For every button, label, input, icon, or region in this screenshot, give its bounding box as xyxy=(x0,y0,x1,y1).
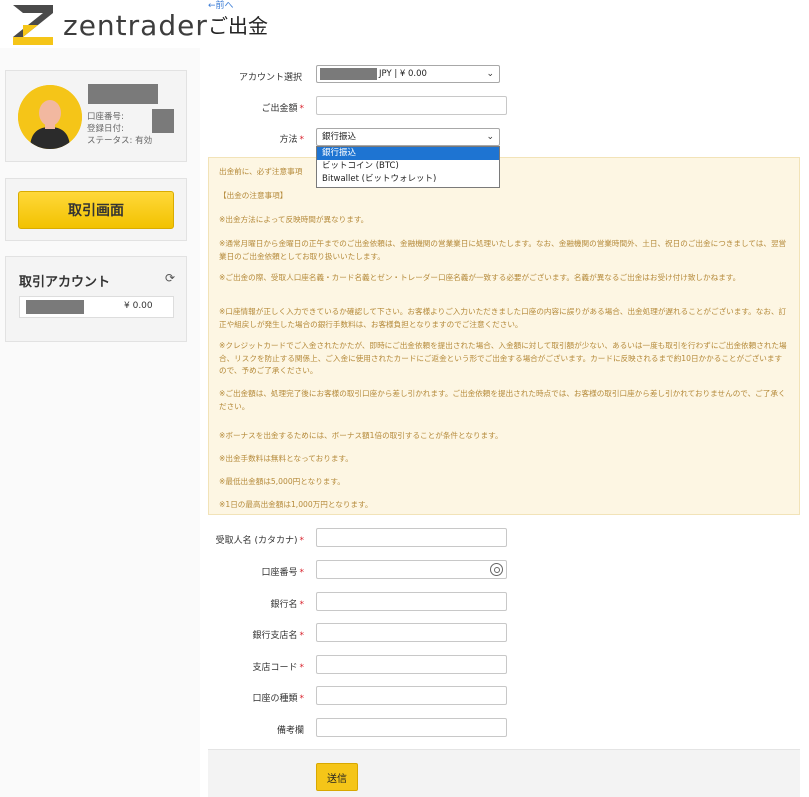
notice-p9: ※最低出金額は5,000円となります。 xyxy=(219,477,345,486)
branch-name-input[interactable] xyxy=(316,623,507,642)
registered-date-label: 登録日付: xyxy=(87,124,124,134)
bank-name-label: 銀行名 * xyxy=(270,600,304,610)
remarks-label: 備考欄 xyxy=(276,726,304,736)
redacted-account-info xyxy=(152,109,174,133)
notice-p1: ※出金方法によって反映時間が異なります。 xyxy=(219,215,369,224)
notice-p4: ※口座情報が正しく入力できているか確認して下さい。お客様よりご入力いただきました… xyxy=(219,307,787,329)
account-number-label: 口座番号: xyxy=(87,112,124,122)
autofill-key-icon[interactable] xyxy=(490,563,503,576)
notice-p2: ※通常月曜日から金曜日の正午までのご出金依頼は、金融機関の営業業日に処理いたしま… xyxy=(219,239,787,261)
amount-input[interactable] xyxy=(316,96,507,115)
notice-p8: ※出金手数料は無料となっております。 xyxy=(219,454,353,463)
trading-accounts-card: 取引アカウント ⟳ ¥ 0.00 xyxy=(5,256,187,342)
branch-code-input[interactable] xyxy=(316,655,507,674)
method-option-bank[interactable]: 銀行振込 xyxy=(317,147,499,160)
account-select-label: アカウント選択 xyxy=(238,73,302,83)
bank-name-input[interactable] xyxy=(316,592,507,611)
amount-label: ご出金額 * xyxy=(261,104,304,114)
notice-p6: ※ご出金額は、処理完了後にお客様の取引口座から差し引かれます。ご出金依頼を提出さ… xyxy=(219,389,786,411)
redacted-account-select xyxy=(320,68,377,80)
recipient-name-input[interactable] xyxy=(316,528,507,547)
notice-p7: ※ボーナスを出金するためには、ボーナス額1倍の取引することが条件となります。 xyxy=(219,431,503,440)
withdrawal-notice: 出金前に、必ず注意事項 【出金の注意事項】 ※出金方法によって反映時間が異なりま… xyxy=(208,157,800,515)
method-option-bitwallet[interactable]: Bitwallet (ビットウォレット) xyxy=(317,173,499,186)
method-select[interactable]: 銀行振込 ⌄ xyxy=(316,128,500,146)
avatar xyxy=(18,85,82,149)
account-select[interactable]: JPY | ¥ 0.00 ⌄ xyxy=(316,65,500,83)
account-number-field-label: 口座番号 * xyxy=(261,568,304,578)
notice-p10: ※1日の最高出金額は1,000万円となります。 xyxy=(219,500,373,509)
remarks-input[interactable] xyxy=(316,718,507,737)
form-actions: 送信 xyxy=(208,749,800,797)
page-title: ご出金 xyxy=(208,14,268,38)
method-option-btc[interactable]: ビットコイン (BTC) xyxy=(317,160,499,173)
zentrader-logo[interactable]: zentrader xyxy=(13,5,207,47)
chevron-down-icon: ⌄ xyxy=(486,132,494,142)
notice-p5: ※クレジットカードでご入金されたかたが、即時にご出金依頼を提出された場合、入金額… xyxy=(219,341,787,375)
notice-heading: 【出金の注意事項】 xyxy=(219,191,288,200)
recipient-name-label: 受取人名 (カタカナ) * xyxy=(215,536,304,546)
chevron-down-icon: ⌄ xyxy=(486,69,494,79)
zentrader-logo-icon xyxy=(13,5,53,45)
account-type-label: 口座の種類 * xyxy=(252,694,304,704)
account-select-value: JPY | ¥ 0.00 xyxy=(379,69,427,79)
account-type-input[interactable] xyxy=(316,686,507,705)
method-select-value: 銀行振込 xyxy=(322,132,357,142)
user-avatar-icon xyxy=(18,85,82,149)
trading-accounts-title: 取引アカウント xyxy=(19,275,111,290)
status-label: ステータス: 有効 xyxy=(87,136,153,146)
branch-name-label: 銀行支店名 * xyxy=(252,631,304,641)
account-number-input[interactable] xyxy=(316,560,507,579)
profile-card: 口座番号: 登録日付: ステータス: 有効 xyxy=(5,70,187,162)
method-dropdown: 銀行振込 ビットコイン (BTC) Bitwallet (ビットウォレット) xyxy=(316,146,500,188)
brand-name: zentrader xyxy=(63,9,208,42)
notice-p3: ※ご出金の際、受取人口座名義・カード名義とゼン・トレーダー口座名義が一致する必要… xyxy=(219,273,741,282)
trade-screen-button[interactable]: 取引画面 xyxy=(18,191,174,229)
method-label: 方法 * xyxy=(279,135,304,145)
account-list-item[interactable]: ¥ 0.00 xyxy=(19,296,174,318)
refresh-icon[interactable]: ⟳ xyxy=(165,271,175,285)
branch-code-label: 支店コード * xyxy=(252,663,304,673)
redacted-name xyxy=(88,84,158,104)
trade-card: 取引画面 xyxy=(5,178,187,241)
notice-intro: 出金前に、必ず注意事項 xyxy=(219,167,303,176)
submit-button[interactable]: 送信 xyxy=(316,763,358,791)
account-balance: ¥ 0.00 xyxy=(124,301,153,311)
redacted-account-id xyxy=(26,300,84,314)
